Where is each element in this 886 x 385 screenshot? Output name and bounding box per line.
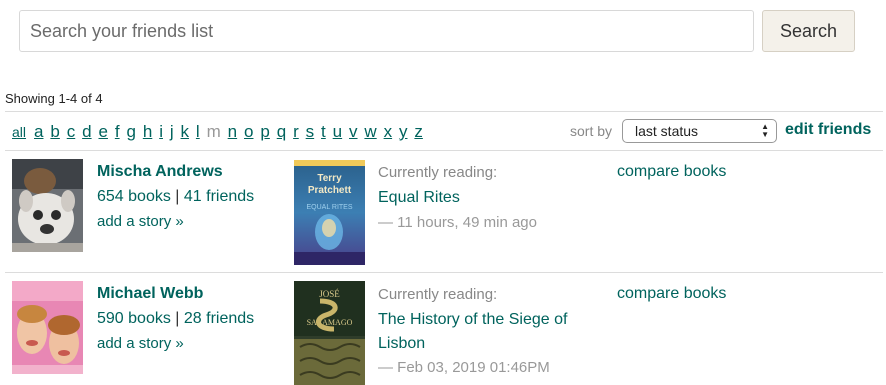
- filter-letter-d[interactable]: d: [82, 121, 91, 143]
- compare-books-link[interactable]: compare books: [617, 163, 726, 181]
- book-cover[interactable]: Terry Pratchett EQUAL RITES: [294, 160, 365, 265]
- add-story-link[interactable]: add a story »: [97, 335, 184, 352]
- sort-label: sort by: [570, 123, 613, 139]
- friend-avatar[interactable]: [12, 159, 83, 252]
- status-timestamp: — Feb 03, 2019 01:46PM: [378, 359, 550, 376]
- edit-friends-link[interactable]: edit friends: [785, 121, 871, 139]
- friend-counts: 654 books | 41 friends: [97, 188, 254, 206]
- reading-status-label: Currently reading:: [378, 164, 498, 181]
- friend-counts: 590 books | 28 friends: [97, 310, 254, 328]
- filter-letter-c[interactable]: c: [67, 121, 76, 143]
- sort-selected-value: last status: [635, 123, 699, 139]
- filter-letter-g[interactable]: g: [126, 121, 135, 143]
- filter-letter-y[interactable]: y: [399, 121, 408, 143]
- results-count: Showing 1-4 of 4: [5, 91, 103, 106]
- friend-name[interactable]: Mischa Andrews: [97, 163, 223, 181]
- filter-letter-f[interactable]: f: [115, 121, 120, 143]
- filter-letter-n[interactable]: n: [228, 121, 237, 143]
- divider: [5, 111, 883, 112]
- filter-letter-s[interactable]: s: [306, 121, 315, 143]
- filter-letter-p[interactable]: p: [260, 121, 269, 143]
- filter-letter-u[interactable]: u: [333, 121, 342, 143]
- book-title-link[interactable]: Equal Rites: [378, 186, 588, 210]
- books-count-link[interactable]: 654 books: [97, 188, 171, 205]
- cover-author-line1: JOSÉ: [319, 289, 340, 299]
- books-count-link[interactable]: 590 books: [97, 310, 171, 327]
- compare-books-link[interactable]: compare books: [617, 285, 726, 303]
- filter-letter-i[interactable]: i: [159, 121, 163, 143]
- sort-select[interactable]: last status ▲ ▼: [622, 119, 777, 143]
- cover-author-line2: Pratchett: [308, 185, 352, 196]
- book-cover[interactable]: JOSÉ SARAMAGO: [294, 281, 365, 385]
- filter-letter-q[interactable]: q: [277, 121, 286, 143]
- cover-author-line1: Terry: [317, 173, 342, 184]
- search-input[interactable]: [19, 10, 754, 52]
- filter-letter-v[interactable]: v: [349, 121, 358, 143]
- friends-count-link[interactable]: 41 friends: [184, 188, 254, 205]
- filter-letter-l[interactable]: l: [196, 121, 200, 143]
- book-title-link[interactable]: The History of the Siege of Lisbon: [378, 308, 588, 356]
- divider: [5, 272, 883, 273]
- status-timestamp: — 11 hours, 49 min ago: [378, 214, 537, 231]
- filter-letter-r[interactable]: r: [293, 121, 299, 143]
- filter-letter-x[interactable]: x: [384, 121, 393, 143]
- separator: |: [175, 310, 184, 327]
- filter-letter-b[interactable]: b: [50, 121, 59, 143]
- filter-letter-t[interactable]: t: [321, 121, 326, 143]
- cover-author-line2: SARAMAGO: [307, 318, 353, 327]
- reading-status-label: Currently reading:: [378, 286, 498, 303]
- filter-letter-z[interactable]: z: [414, 121, 423, 143]
- select-arrows-icon: ▲ ▼: [761, 122, 769, 139]
- filter-letter-j[interactable]: j: [170, 121, 174, 143]
- friends-count-link[interactable]: 28 friends: [184, 310, 254, 327]
- filter-letter-e[interactable]: e: [98, 121, 107, 143]
- filter-letter-h[interactable]: h: [143, 121, 152, 143]
- separator: |: [175, 188, 184, 205]
- filter-letter-m: m: [206, 122, 221, 141]
- friend-avatar[interactable]: [12, 281, 83, 374]
- friend-name[interactable]: Michael Webb: [97, 285, 203, 303]
- divider: [5, 150, 883, 151]
- filter-letter-o[interactable]: o: [244, 121, 253, 143]
- search-button[interactable]: Search: [762, 10, 855, 52]
- alphabet-filter: all abcdefghijklmnopqrstuvwxyz: [12, 121, 430, 143]
- filter-letter-a[interactable]: a: [34, 121, 43, 143]
- filter-all-link[interactable]: all: [12, 121, 26, 143]
- cover-title: EQUAL RITES: [306, 204, 352, 211]
- add-story-link[interactable]: add a story »: [97, 213, 184, 230]
- filter-letter-k[interactable]: k: [181, 121, 190, 143]
- filter-letter-w[interactable]: w: [364, 121, 376, 143]
